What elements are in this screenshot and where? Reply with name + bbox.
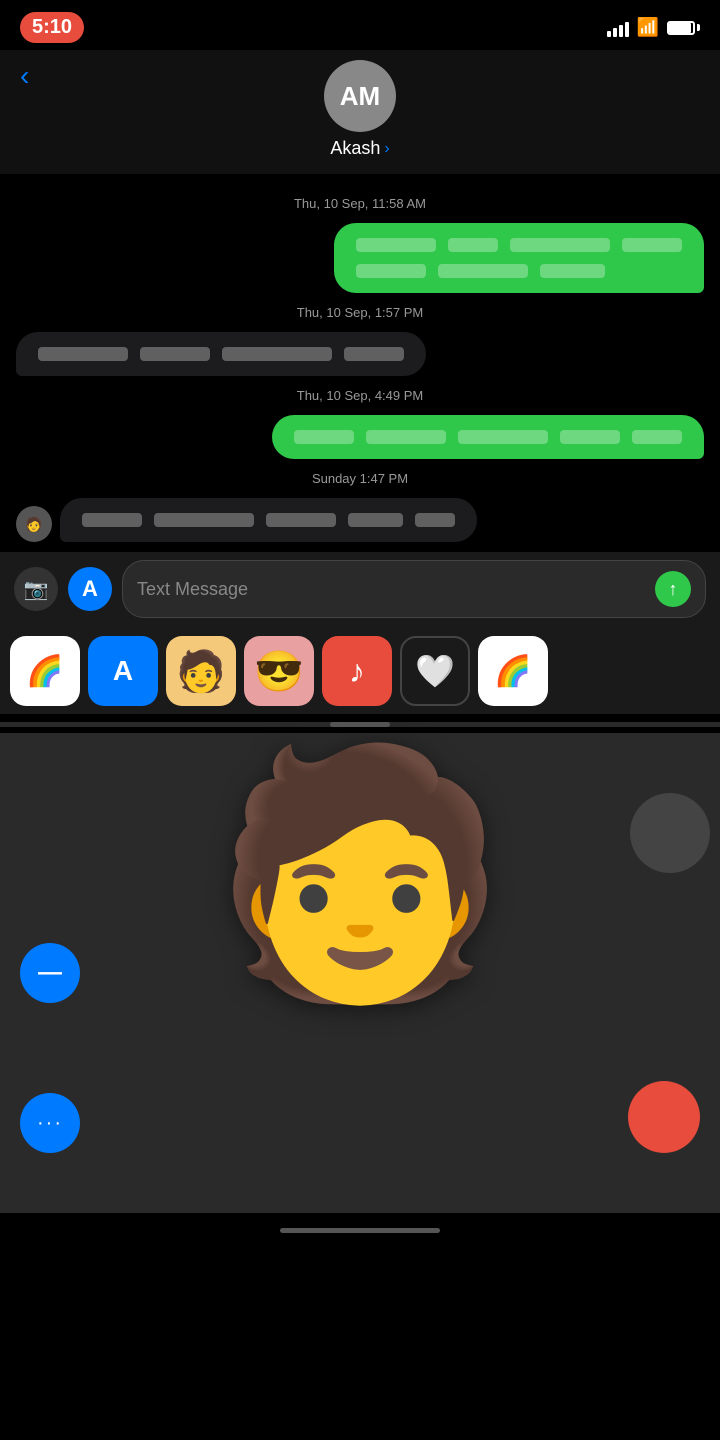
record-button[interactable] (628, 1081, 700, 1153)
bubble-sent-1[interactable] (334, 223, 704, 293)
message-row-received-2: 🧑 (16, 498, 704, 542)
app-icon-appstore[interactable]: A (88, 636, 158, 706)
received-avatar: 🧑 (16, 506, 52, 542)
app-icon-photos2[interactable]: 🌈 (478, 636, 548, 706)
battery-icon (667, 21, 700, 35)
signal-bars-icon (607, 19, 629, 37)
panel-drag-handle-area (0, 722, 720, 727)
message-row-sent-2 (16, 415, 704, 459)
status-time: 5:10 (20, 12, 84, 43)
home-bar (280, 1228, 440, 1233)
memoji1-icon: 🧑 (176, 648, 226, 695)
music-icon: ♪ (349, 653, 365, 690)
photos-icon: 🌈 (26, 654, 63, 689)
timestamp-2: Thu, 10 Sep, 1:57 PM (16, 305, 704, 320)
timestamp-4: Sunday 1:47 PM (16, 471, 704, 486)
home-indicator (0, 1213, 720, 1247)
camera-icon: 📷 (24, 577, 49, 602)
status-bar: 5:10 📶 (0, 0, 720, 50)
bubble-sent-2[interactable] (272, 415, 704, 459)
appstore-icon: A (82, 576, 98, 602)
messages-area: Thu, 10 Sep, 11:58 AM Thu, 10 Sep, 1:57 … (0, 174, 720, 552)
signal-bar-4 (625, 22, 629, 37)
blue-side-icon: — (38, 959, 62, 987)
app-icon-memoji2[interactable]: 😎 (244, 636, 314, 706)
heart-icon: 🤍 (415, 652, 455, 690)
chat-header: ‹ AM Akash › (0, 50, 720, 174)
drag-handle[interactable] (330, 722, 390, 727)
avatar: AM (324, 60, 396, 132)
appstore-button[interactable]: A (68, 567, 112, 611)
dots-button[interactable]: ··· (20, 1093, 80, 1153)
input-bar: 📷 A Text Message ↑ (0, 552, 720, 626)
app-icons-row: 🌈 A 🧑 😎 ♪ 🤍 🌈 (0, 626, 720, 714)
app-icon-photos[interactable]: 🌈 (10, 636, 80, 706)
send-icon: ↑ (669, 579, 678, 600)
signal-bar-1 (607, 31, 611, 37)
dots-icon: ··· (37, 1112, 63, 1135)
timestamp-3: Thu, 10 Sep, 4:49 PM (16, 388, 704, 403)
back-button[interactable]: ‹ (20, 60, 29, 92)
camera-button[interactable]: 📷 (14, 567, 58, 611)
app-icon-memoji1[interactable]: 🧑 (166, 636, 236, 706)
gray-circle-icon (630, 793, 710, 873)
message-placeholder: Text Message (137, 579, 248, 600)
appstore-icon-large: A (113, 655, 133, 687)
bubble-received-2[interactable] (60, 498, 477, 542)
photos2-icon: 🌈 (494, 654, 531, 689)
memoji2-icon: 😎 (254, 648, 304, 695)
contact-name-text: Akash (330, 138, 380, 159)
memoji-display: 🧑 (211, 753, 510, 993)
message-input-wrapper[interactable]: Text Message ↑ (122, 560, 706, 618)
timestamp-1: Thu, 10 Sep, 11:58 AM (16, 196, 704, 211)
bubble-received-1[interactable] (16, 332, 426, 376)
contact-chevron-icon: › (384, 140, 389, 158)
app-icon-music[interactable]: ♪ (322, 636, 392, 706)
blue-side-button[interactable]: — (20, 943, 80, 1003)
signal-bar-2 (613, 28, 617, 37)
message-row-sent-1 (16, 223, 704, 293)
contact-name[interactable]: Akash › (330, 138, 389, 159)
wifi-icon: 📶 (637, 17, 659, 38)
message-row-received-1 (16, 332, 704, 376)
memoji-area: 🧑 — ··· (0, 733, 720, 1213)
signal-bar-3 (619, 25, 623, 37)
status-icons: 📶 (607, 17, 700, 38)
send-button[interactable]: ↑ (655, 571, 691, 607)
app-icon-heart[interactable]: 🤍 (400, 636, 470, 706)
